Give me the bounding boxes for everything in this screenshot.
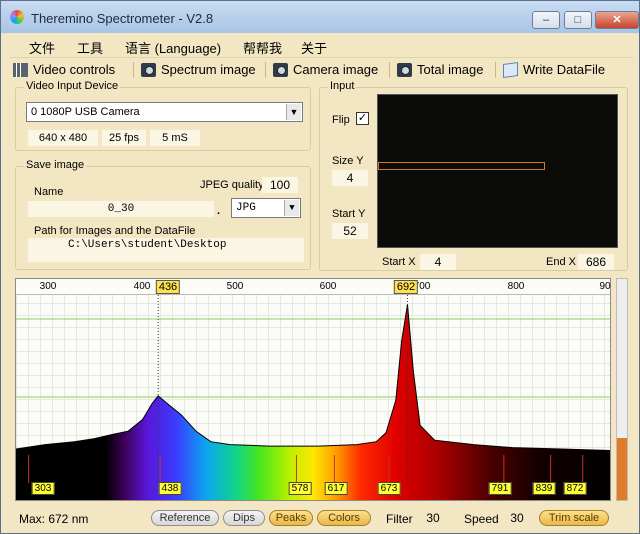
wavelength-scale: 300 400 500 600 700 800 90 436 692: [16, 279, 611, 295]
menu-bar: 文件 工具 语言 (Language) 帮帮我 关于: [9, 33, 633, 57]
size-y-label: Size Y: [332, 155, 364, 167]
scale-tick: 500: [226, 281, 244, 292]
peak-label: 872: [563, 482, 587, 495]
peak-label: 303: [31, 482, 55, 495]
scale-tick: 800: [507, 281, 525, 292]
peak-label: 438: [158, 482, 182, 495]
peak-label: 839: [532, 482, 556, 495]
maximize-button[interactable]: □: [564, 11, 592, 29]
filter-field[interactable]: 30: [419, 510, 447, 526]
speed-label: Speed: [464, 512, 499, 526]
spectrum-area: [16, 304, 610, 500]
peak-label: 578: [288, 482, 312, 495]
camera-icon: [397, 63, 412, 77]
start-x-field[interactable]: 4: [420, 254, 456, 270]
input-title: Input: [328, 80, 357, 92]
path-label: Path for Images and the DataFile: [34, 225, 196, 237]
video-device-value: 0 1080P USB Camera: [31, 106, 140, 118]
level-meter-fill: [617, 438, 627, 500]
minimize-button[interactable]: –: [532, 11, 560, 29]
window-title: Theremino Spectrometer - V2.8: [31, 11, 214, 26]
start-x-label: Start X: [382, 256, 416, 268]
jpeg-quality-field[interactable]: 100: [262, 177, 298, 193]
dips-button[interactable]: Dips: [223, 510, 265, 526]
peak-marker-top: 692: [393, 280, 419, 294]
video-device-select[interactable]: 0 1080P USB Camera ▼: [26, 102, 303, 122]
scale-tick: 600: [319, 281, 337, 292]
image-name-field[interactable]: 0_30: [28, 201, 214, 217]
fps-field[interactable]: 25 fps: [102, 130, 146, 146]
menu-help[interactable]: 帮帮我: [243, 38, 282, 57]
video-input-group: Video Input Device 0 1080P USB Camera ▼ …: [15, 80, 311, 151]
app-logo-icon: [10, 10, 24, 24]
menu-tools[interactable]: 工具: [77, 38, 103, 57]
total-image-label: Total image: [417, 62, 484, 77]
chevron-down-icon: ▼: [284, 200, 299, 216]
scale-tick: 300: [39, 281, 57, 292]
peak-label: 673: [377, 482, 401, 495]
close-button[interactable]: ✕: [595, 11, 639, 29]
max-wavelength-text: Max: 672 nm: [19, 512, 89, 526]
reference-button[interactable]: Reference: [151, 510, 219, 526]
spectrum-line: [16, 304, 610, 451]
write-datafile-label: Write DataFile: [523, 62, 606, 77]
chevron-down-icon: ▼: [286, 104, 301, 120]
document-icon: [503, 61, 518, 79]
image-format-select[interactable]: JPG ▼: [231, 198, 301, 218]
write-datafile-button[interactable]: Write DataFile: [501, 61, 605, 79]
camera-preview[interactable]: [377, 94, 618, 248]
spectrum-plot: [16, 295, 610, 500]
level-meter: [616, 278, 628, 501]
peaks-button[interactable]: Peaks: [269, 510, 313, 526]
menu-file[interactable]: 文件: [29, 38, 55, 57]
menu-language[interactable]: 语言 (Language): [125, 38, 221, 57]
peak-label: 617: [324, 482, 348, 495]
resolution-field[interactable]: 640 x 480: [28, 130, 98, 146]
name-label: Name: [34, 186, 64, 198]
extension-dot: .: [217, 205, 221, 217]
peak-label: 791: [488, 482, 512, 495]
save-image-group: Save image Name JPEG quality 100 0_30 . …: [15, 159, 311, 270]
film-icon: [13, 63, 28, 77]
scale-tick: 400: [133, 281, 151, 292]
toolbar: Video controls Spectrum image Camera ima…: [9, 57, 633, 81]
camera-image-label: Camera image: [293, 62, 379, 77]
image-format-value: JPG: [236, 202, 256, 214]
video-controls-label: Video controls: [33, 62, 116, 77]
camera-image-button[interactable]: Camera image: [271, 61, 378, 79]
trim-scale-button[interactable]: Trim scale: [539, 510, 609, 526]
filter-label: Filter: [386, 512, 413, 526]
menu-about[interactable]: 关于: [301, 38, 327, 57]
jpeg-quality-label: JPEG quality: [200, 179, 264, 191]
path-field[interactable]: C:\Users\student\Desktop: [28, 238, 304, 262]
speed-field[interactable]: 30: [503, 510, 531, 526]
spectrum-image-button[interactable]: Spectrum image: [139, 61, 256, 79]
title-bar: Theremino Spectrometer - V2.8 – □ ✕: [1, 1, 639, 33]
end-x-field[interactable]: 686: [578, 254, 614, 270]
status-bar: Max: 672 nm Reference Dips Peaks Colors …: [9, 507, 633, 529]
end-x-label: End X: [546, 256, 576, 268]
total-image-button[interactable]: Total image: [395, 61, 483, 79]
colors-button[interactable]: Colors: [317, 510, 371, 526]
start-y-label: Start Y: [332, 208, 366, 220]
spectrum-graph[interactable]: 300 400 500 600 700 800 90 436 692 303 4…: [15, 278, 611, 501]
video-controls-button[interactable]: Video controls: [11, 61, 115, 79]
camera-icon: [141, 63, 156, 77]
flip-label: Flip: [332, 114, 350, 126]
roi-selection[interactable]: [378, 162, 545, 170]
camera-icon: [273, 63, 288, 77]
video-input-title: Video Input Device: [24, 80, 121, 92]
save-image-title: Save image: [24, 159, 87, 171]
peak-marker-top: 436: [155, 280, 181, 294]
start-y-field[interactable]: 52: [332, 223, 368, 239]
size-y-field[interactable]: 4: [332, 170, 368, 186]
spectrum-image-label: Spectrum image: [161, 62, 256, 77]
flip-checkbox[interactable]: ✓: [356, 112, 369, 125]
exposure-field[interactable]: 5 mS: [150, 130, 200, 146]
app-window: Theremino Spectrometer - V2.8 – □ ✕ 文件 工…: [0, 0, 640, 534]
scale-tick: 90: [599, 281, 611, 292]
